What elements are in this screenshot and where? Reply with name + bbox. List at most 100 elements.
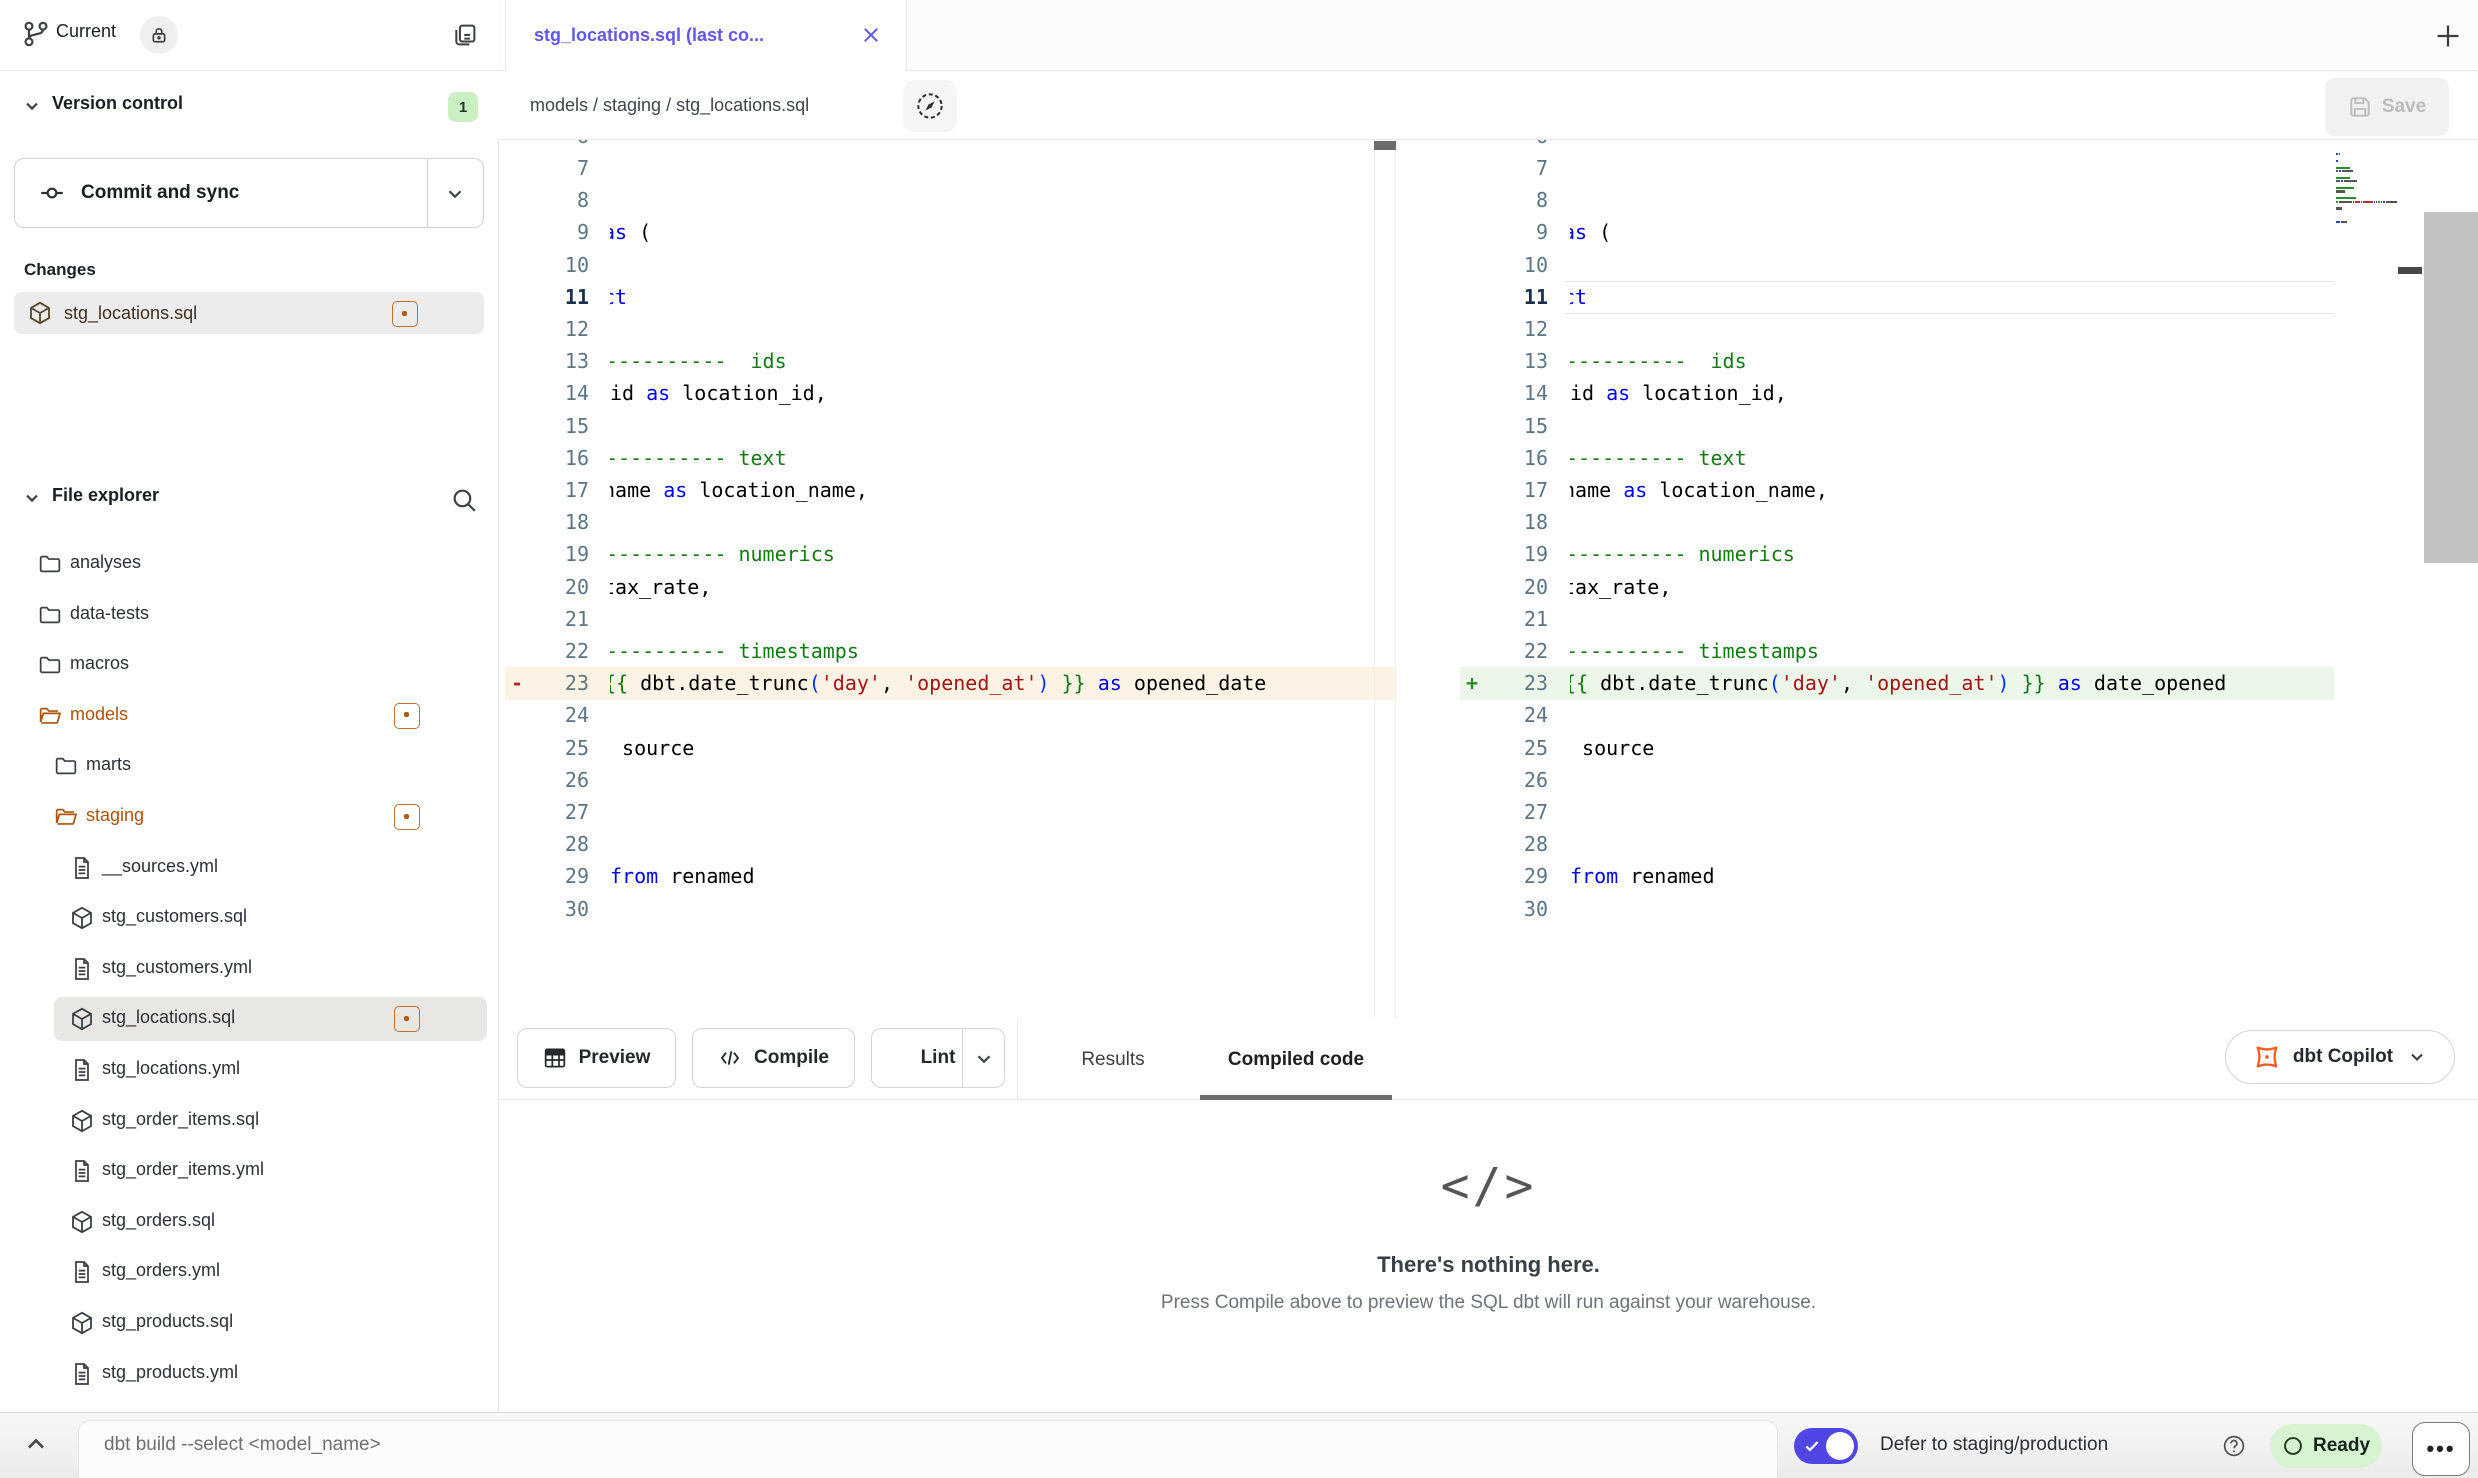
commit-and-sync-button[interactable]: Commit and sync <box>14 158 484 228</box>
file-tree-item-stg-products-sql[interactable]: stg_products.sql <box>0 1298 498 1348</box>
code-line-18-modified[interactable]: 18 <box>1460 506 2334 539</box>
code-line-17-original[interactable]: 17name as location_name, <box>505 474 1396 507</box>
code-line-14-original[interactable]: 14id as location_id, <box>505 377 1396 410</box>
code-line-10-modified[interactable]: 10 <box>1460 249 2334 282</box>
copy-icon[interactable] <box>448 18 482 52</box>
code-line-15-original[interactable]: 15 <box>505 410 1396 443</box>
code-text: ---------- text <box>610 442 1392 475</box>
file-navigate-compass-icon[interactable] <box>903 80 957 132</box>
version-control-header[interactable]: Version control <box>0 88 498 128</box>
file-tree-item-stg-order-items-sql[interactable]: stg_order_items.sql <box>0 1096 498 1146</box>
code-line-27-modified[interactable]: 27 <box>1460 796 2334 829</box>
code-line-13-modified[interactable]: 13---------- ids <box>1460 345 2334 378</box>
search-icon[interactable] <box>450 486 480 516</box>
code-line-9-modified[interactable]: 9as ( <box>1460 216 2334 249</box>
tab-stg-locations[interactable]: stg_locations.sql (last co... <box>505 0 907 71</box>
commit-options-chevron-icon[interactable] <box>444 183 466 205</box>
file-tree-item-marts[interactable]: marts <box>0 741 498 791</box>
code-line-28-modified[interactable]: 28 <box>1460 828 2334 861</box>
tab-results[interactable]: Results <box>1060 1020 1166 1099</box>
code-line-7-original[interactable]: 7 <box>505 152 1396 185</box>
code-line-24-modified[interactable]: 24 <box>1460 699 2334 732</box>
code-line-30-modified[interactable]: 30 <box>1460 893 2334 926</box>
file-tree-item-staging[interactable]: staging <box>0 792 498 842</box>
code-line-11-original[interactable]: 11ct <box>505 281 1396 314</box>
file-tree-item-stg-customers-yml[interactable]: stg_customers.yml <box>0 944 498 994</box>
lint-button[interactable]: Lint <box>871 1028 1005 1088</box>
file-tree-item-data-tests[interactable]: data-tests <box>0 590 498 640</box>
code-line-27-original[interactable]: 27 <box>505 796 1396 829</box>
code-line-16-modified[interactable]: 16---------- text <box>1460 442 2334 475</box>
left-pane-scrollbar-thumb[interactable] <box>1374 141 1396 150</box>
code-line-29-modified[interactable]: 29from renamed <box>1460 860 2334 893</box>
compile-button[interactable]: Compile <box>692 1028 855 1088</box>
file-tree-item-stg-products-yml[interactable]: stg_products.yml <box>0 1349 498 1399</box>
code-line-23-original[interactable]: -23{{ dbt.date_trunc('day', 'opened_at')… <box>505 667 1396 700</box>
lint-options-chevron-icon[interactable] <box>973 1048 995 1070</box>
editor-scrollbar-thumb[interactable] <box>2424 212 2478 563</box>
code-line-10-original[interactable]: 10 <box>505 249 1396 282</box>
file-tree-item-models[interactable]: models <box>0 691 498 741</box>
code-line-7-modified[interactable]: 7 <box>1460 152 2334 185</box>
branch-name[interactable]: Current <box>56 21 116 42</box>
file-tree-item-stg-locations-yml[interactable]: stg_locations.yml <box>0 1045 498 1095</box>
file-tree-item--sources-yml[interactable]: __sources.yml <box>0 843 498 893</box>
code-line-12-modified[interactable]: 12 <box>1460 313 2334 346</box>
code-line-12-original[interactable]: 12 <box>505 313 1396 346</box>
code-line-25-modified[interactable]: 25 source <box>1460 732 2334 765</box>
code-line-9-original[interactable]: 9as ( <box>505 216 1396 249</box>
code-line-26-modified[interactable]: 26 <box>1460 764 2334 797</box>
code-line-30-original[interactable]: 30 <box>505 893 1396 926</box>
code-line-29-original[interactable]: 29from renamed <box>505 860 1396 893</box>
code-line-18-original[interactable]: 18 <box>505 506 1396 539</box>
code-line-16-original[interactable]: 16---------- text <box>505 442 1396 475</box>
code-line-11-modified[interactable]: 11ct <box>1460 281 2334 314</box>
changed-file-row[interactable]: stg_locations.sql <box>14 292 484 334</box>
code-line-14-modified[interactable]: 14id as location_id, <box>1460 377 2334 410</box>
defer-toggle[interactable] <box>1794 1428 1858 1464</box>
left-pane-scrollbar[interactable] <box>1374 140 1396 1019</box>
code-line-15-modified[interactable]: 15 <box>1460 410 2334 443</box>
file-explorer-header[interactable]: File explorer <box>0 478 498 522</box>
code-line-17-modified[interactable]: 17name as location_name, <box>1460 474 2334 507</box>
save-button[interactable]: Save <box>2325 78 2449 136</box>
file-tree-item-stg-orders-sql[interactable]: stg_orders.sql <box>0 1197 498 1247</box>
code-line-26-original[interactable]: 26 <box>505 764 1396 797</box>
new-tab-plus-icon[interactable] <box>2434 22 2462 50</box>
help-icon[interactable] <box>2222 1434 2246 1458</box>
code-line-8-original[interactable]: 8 <box>505 184 1396 217</box>
breadcrumb[interactable]: models / staging / stg_locations.sql <box>530 95 809 116</box>
button-divider <box>962 1029 963 1087</box>
code-line-19-modified[interactable]: 19---------- numerics <box>1460 538 2334 571</box>
code-line-20-modified[interactable]: 20tax_rate, <box>1460 571 2334 604</box>
chevron-up-icon[interactable] <box>22 1430 54 1458</box>
file-tree-item-stg-order-items-yml[interactable]: stg_order_items.yml <box>0 1146 498 1196</box>
code-line-6-modified[interactable]: 6 <box>1460 140 2334 153</box>
code-line-20-original[interactable]: 20tax_rate, <box>505 571 1396 604</box>
code-line-8-modified[interactable]: 8 <box>1460 184 2334 217</box>
code-line-21-modified[interactable]: 21 <box>1460 603 2334 636</box>
minimap[interactable] <box>2336 143 2400 243</box>
file-tree-item-stg-customers-sql[interactable]: stg_customers.sql <box>0 893 498 943</box>
code-line-28-original[interactable]: 28 <box>505 828 1396 861</box>
file-tree-item-macros[interactable]: macros <box>0 640 498 690</box>
file-tree-item-analyses[interactable]: analyses <box>0 539 498 589</box>
file-tree-item-stg-locations-sql[interactable]: stg_locations.sql <box>0 994 498 1044</box>
more-options-button[interactable]: ••• <box>2412 1422 2470 1476</box>
code-line-25-original[interactable]: 25 source <box>505 732 1396 765</box>
code-line-6-original[interactable]: 6 <box>505 140 1396 153</box>
diff-editor[interactable]: 6677889as (9as (101011ct11ct121213------… <box>499 140 2478 1019</box>
close-icon[interactable] <box>860 24 882 46</box>
code-line-22-modified[interactable]: 22---------- timestamps <box>1460 635 2334 668</box>
code-line-13-original[interactable]: 13---------- ids <box>505 345 1396 378</box>
dbt-copilot-button[interactable]: dbt Copilot <box>2225 1030 2455 1084</box>
code-line-19-original[interactable]: 19---------- numerics <box>505 538 1396 571</box>
code-line-24-original[interactable]: 24 <box>505 699 1396 732</box>
code-line-21-original[interactable]: 21 <box>505 603 1396 636</box>
code-line-22-original[interactable]: 22---------- timestamps <box>505 635 1396 668</box>
status-ready-badge[interactable]: Ready <box>2270 1424 2382 1468</box>
code-line-23-modified[interactable]: +23{{ dbt.date_trunc('day', 'opened_at')… <box>1460 667 2334 700</box>
preview-button[interactable]: Preview <box>517 1028 676 1088</box>
tab-compiled-code[interactable]: Compiled code <box>1200 1020 1392 1099</box>
file-tree-item-stg-orders-yml[interactable]: stg_orders.yml <box>0 1247 498 1297</box>
